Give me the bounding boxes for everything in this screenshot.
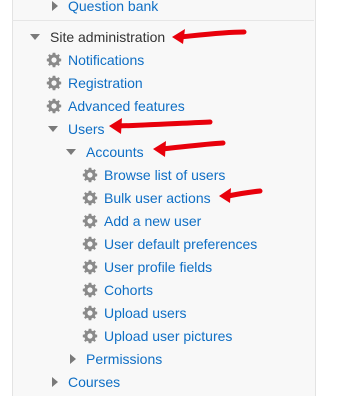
gear-icon — [82, 190, 98, 206]
gear-icon — [46, 52, 62, 68]
triangle-down-icon — [48, 126, 58, 132]
gear-icon — [82, 167, 98, 183]
nav-item-question-bank[interactable]: Question bank — [50, 0, 158, 17]
nav-item-site-administration[interactable]: Site administration — [30, 26, 165, 48]
nav-item-bulk-user-actions[interactable]: Bulk user actions — [82, 187, 211, 209]
gear-icon — [82, 305, 98, 321]
triangle-right-icon — [52, 377, 58, 387]
red-arrow-icon — [153, 140, 226, 157]
nav-item-upload-users[interactable]: Upload users — [82, 302, 187, 324]
nav-item-permissions[interactable]: Permissions — [68, 348, 162, 370]
red-arrow-icon — [109, 118, 213, 134]
nav-item-users[interactable]: Users — [48, 118, 105, 140]
gear-icon — [82, 282, 98, 298]
gear-icon — [82, 328, 98, 344]
triangle-down-icon — [30, 34, 40, 40]
nav-item-cohorts[interactable]: Cohorts — [82, 279, 153, 301]
gear-icon — [82, 259, 98, 275]
nav-item-courses[interactable]: Courses — [50, 371, 120, 393]
gear-icon — [82, 213, 98, 229]
nav-item-user-profile-fields[interactable]: User profile fields — [82, 256, 212, 278]
triangle-right-icon — [52, 1, 58, 11]
gear-icon — [46, 98, 62, 114]
gear-icon — [46, 75, 62, 91]
nav-item-registration[interactable]: Registration — [46, 72, 143, 94]
gear-icon — [82, 236, 98, 252]
red-arrow-icon — [172, 29, 247, 44]
nav-item-add-a-new-user[interactable]: Add a new user — [82, 210, 201, 232]
nav-item-accounts[interactable]: Accounts — [66, 141, 144, 163]
nav-item-notifications[interactable]: Notifications — [46, 49, 144, 71]
red-arrow-icon — [219, 188, 263, 203]
nav-item-upload-user-pictures[interactable]: Upload user pictures — [82, 325, 232, 347]
triangle-down-icon — [66, 149, 76, 155]
nav-item-user-default-preferences[interactable]: User default preferences — [82, 233, 257, 255]
nav-item-browse-list-of-users[interactable]: Browse list of users — [82, 164, 225, 186]
triangle-right-icon — [70, 354, 76, 364]
divider — [12, 20, 314, 21]
